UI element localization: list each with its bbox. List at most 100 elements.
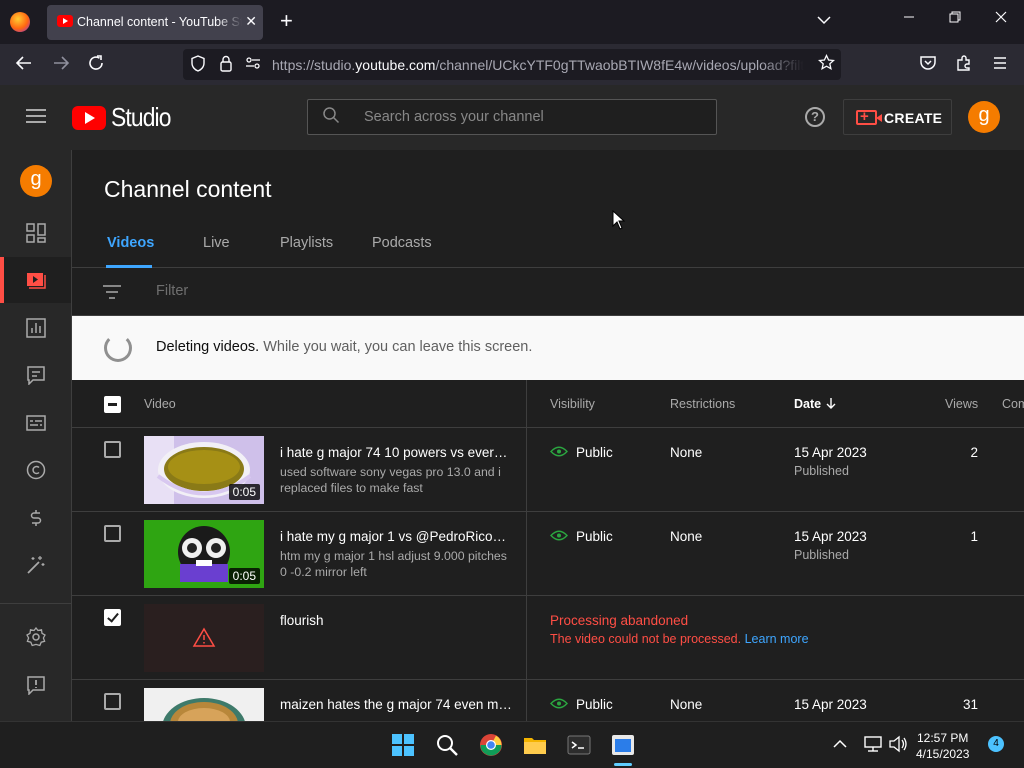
help-icon[interactable]: ? xyxy=(805,107,825,127)
content-tabs: Videos Live Playlists Podcasts xyxy=(72,220,1024,268)
restrictions-value: None xyxy=(670,697,703,712)
tab-videos[interactable]: Videos xyxy=(107,235,154,251)
row-checkbox[interactable] xyxy=(104,609,121,626)
table-row[interactable]: maizen hates the g major 74 even mor... … xyxy=(72,680,1024,721)
views-value: 1 xyxy=(970,529,978,544)
browser-tab[interactable]: Channel content - YouTube Studio ✕ xyxy=(47,5,263,40)
sidebar-item-comments[interactable] xyxy=(0,352,71,398)
date-value: 15 Apr 2023 xyxy=(794,529,867,544)
firefox-menu-icon[interactable] xyxy=(10,12,30,32)
eye-icon[interactable] xyxy=(550,530,568,541)
sidebar-item-earn[interactable] xyxy=(0,495,71,541)
taskbar-clock[interactable]: 12:57 PM 4/15/2023 xyxy=(916,730,969,762)
video-description: used software sony vegas pro 13.0 and i … xyxy=(280,465,501,495)
restore-icon[interactable] xyxy=(945,10,965,26)
column-views[interactable]: Views xyxy=(945,397,978,411)
video-title[interactable]: i hate g major 74 10 powers vs everyo... xyxy=(280,445,512,460)
sidebar-item-settings[interactable] xyxy=(0,614,71,660)
extensions-icon[interactable] xyxy=(952,54,976,76)
eye-icon[interactable] xyxy=(550,698,568,709)
tab-close-icon[interactable]: ✕ xyxy=(245,13,257,30)
reload-icon[interactable] xyxy=(84,54,108,76)
video-thumbnail[interactable] xyxy=(144,688,264,721)
url-text[interactable]: https://studio.youtube.com/channel/UCkcY… xyxy=(272,57,804,73)
pocket-icon[interactable] xyxy=(916,54,940,76)
windows-start-icon[interactable] xyxy=(391,733,415,757)
banner-text: Deleting videos. While you wait, you can… xyxy=(156,339,532,355)
clock-date: 4/15/2023 xyxy=(916,747,970,761)
video-thumbnail[interactable] xyxy=(144,604,264,672)
sidebar-item-content[interactable] xyxy=(0,257,71,303)
column-visibility[interactable]: Visibility xyxy=(550,397,595,411)
notification-badge[interactable]: 4 xyxy=(988,736,1004,752)
studio-logo-text[interactable]: Studio xyxy=(111,102,171,133)
video-title[interactable]: flourish xyxy=(280,613,512,628)
terminal-icon[interactable] xyxy=(567,733,591,757)
sidebar-item-copyright[interactable] xyxy=(0,447,71,493)
column-date-label: Date xyxy=(794,397,822,411)
app-menu-icon[interactable] xyxy=(988,54,1012,76)
chevron-up-icon[interactable] xyxy=(832,736,848,752)
channel-avatar[interactable]: g xyxy=(20,165,52,197)
file-explorer-icon[interactable] xyxy=(523,733,547,757)
url-bar[interactable]: https://studio.youtube.com/channel/UCkcY… xyxy=(183,49,841,80)
video-thumbnail[interactable]: 0:05 xyxy=(144,436,264,504)
views-value: 2 xyxy=(970,445,978,460)
sidebar-item-analytics[interactable] xyxy=(0,305,71,351)
eye-icon[interactable] xyxy=(550,446,568,457)
sidebar-item-subtitles[interactable] xyxy=(0,400,71,446)
row-checkbox[interactable] xyxy=(104,525,121,542)
new-tab-button[interactable]: + xyxy=(280,9,293,33)
sort-down-arrow-icon xyxy=(826,398,836,409)
table-row[interactable]: flourish Processing abandoned The video … xyxy=(72,596,1024,680)
list-tabs-chevron-icon[interactable] xyxy=(817,12,831,28)
tab-live[interactable]: Live xyxy=(203,235,230,251)
create-button[interactable]: CREATE xyxy=(843,99,952,135)
account-avatar[interactable]: g xyxy=(968,101,1000,133)
network-icon[interactable] xyxy=(863,735,883,753)
search-icon[interactable] xyxy=(435,733,459,757)
row-checkbox[interactable] xyxy=(104,693,121,710)
column-comments[interactable]: Com xyxy=(1002,397,1024,411)
learn-more-link[interactable]: Learn more xyxy=(745,632,809,646)
clock-time: 12:57 PM xyxy=(917,731,969,745)
magic-wand-icon xyxy=(26,555,46,575)
permissions-icon[interactable] xyxy=(245,55,261,75)
browser-app-icon[interactable] xyxy=(611,733,635,757)
main-content: Channel content Videos Live Playlists Po… xyxy=(72,150,1024,721)
sidebar-item-dashboard[interactable] xyxy=(0,210,71,256)
dollar-icon xyxy=(26,508,46,528)
minimize-icon[interactable] xyxy=(899,10,919,26)
column-restrictions[interactable]: Restrictions xyxy=(670,397,735,411)
visibility-value[interactable]: Public xyxy=(576,529,613,544)
filter-icon[interactable] xyxy=(102,284,122,300)
menu-icon[interactable] xyxy=(26,109,46,123)
tab-podcasts[interactable]: Podcasts xyxy=(372,235,432,251)
visibility-value[interactable]: Public xyxy=(576,697,613,712)
table-row[interactable]: 0:05 i hate my g major 1 vs @PedroRicoEf… xyxy=(72,512,1024,596)
shield-icon[interactable] xyxy=(190,55,206,76)
row-checkbox[interactable] xyxy=(104,441,121,458)
youtube-logo-icon[interactable] xyxy=(72,106,106,130)
column-date[interactable]: Date xyxy=(794,397,837,411)
video-title[interactable]: i hate my g major 1 vs @PedroRicoEff... xyxy=(280,529,512,544)
tab-playlists[interactable]: Playlists xyxy=(280,235,333,251)
sidebar-item-customization[interactable] xyxy=(0,542,71,588)
chrome-icon[interactable] xyxy=(479,733,503,757)
bookmark-star-icon[interactable] xyxy=(817,53,836,76)
select-all-checkbox[interactable] xyxy=(104,396,121,413)
date-status: Published xyxy=(794,548,849,562)
search-input[interactable]: Search across your channel xyxy=(307,99,717,135)
sidebar-item-feedback[interactable] xyxy=(0,662,71,708)
forward-arrow-icon[interactable] xyxy=(49,54,73,76)
back-arrow-icon[interactable] xyxy=(12,54,36,76)
filter-bar[interactable]: Filter xyxy=(72,268,1024,316)
visibility-value[interactable]: Public xyxy=(576,445,613,460)
video-thumbnail[interactable]: 0:05 xyxy=(144,520,264,588)
table-row[interactable]: 0:05 i hate g major 74 10 powers vs ever… xyxy=(72,428,1024,512)
filter-input[interactable]: Filter xyxy=(156,283,188,299)
volume-icon[interactable] xyxy=(888,735,908,753)
video-title[interactable]: maizen hates the g major 74 even mor... xyxy=(280,697,512,712)
lock-icon[interactable] xyxy=(219,55,233,76)
close-window-icon[interactable] xyxy=(991,10,1011,26)
